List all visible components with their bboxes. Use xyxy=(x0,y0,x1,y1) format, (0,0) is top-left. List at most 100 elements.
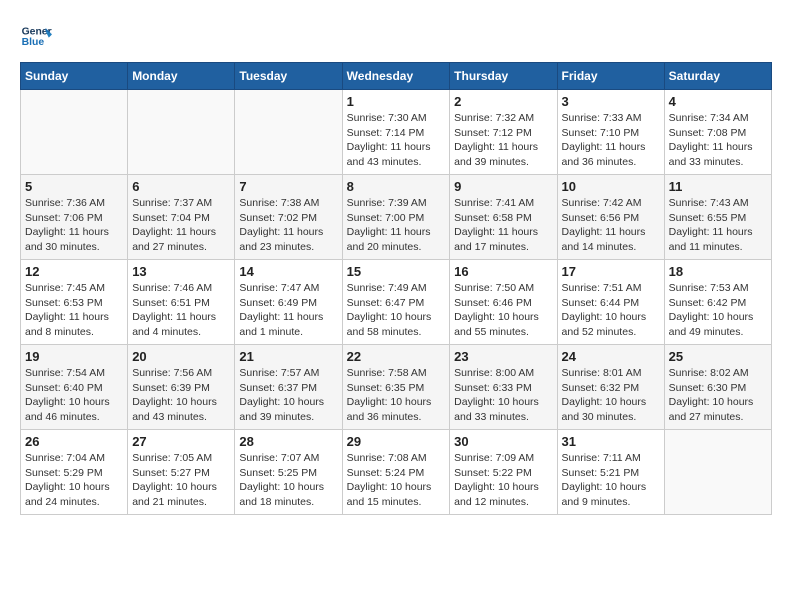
day-info: Sunrise: 7:53 AM Sunset: 6:42 PM Dayligh… xyxy=(669,281,767,340)
calendar-cell xyxy=(235,90,342,175)
calendar-header-row: SundayMondayTuesdayWednesdayThursdayFrid… xyxy=(21,63,772,90)
day-info: Sunrise: 7:04 AM Sunset: 5:29 PM Dayligh… xyxy=(25,451,123,510)
calendar-cell: 26 Sunrise: 7:04 AM Sunset: 5:29 PM Dayli… xyxy=(21,430,128,515)
day-number: 3 xyxy=(562,94,660,109)
day-number: 29 xyxy=(347,434,446,449)
day-number: 25 xyxy=(669,349,767,364)
day-info: Sunrise: 7:51 AM Sunset: 6:44 PM Dayligh… xyxy=(562,281,660,340)
day-number: 10 xyxy=(562,179,660,194)
day-number: 6 xyxy=(132,179,230,194)
calendar-cell: 22 Sunrise: 7:58 AM Sunset: 6:35 PM Dayli… xyxy=(342,345,450,430)
day-number: 5 xyxy=(25,179,123,194)
calendar-cell xyxy=(128,90,235,175)
calendar-cell xyxy=(21,90,128,175)
day-info: Sunrise: 7:09 AM Sunset: 5:22 PM Dayligh… xyxy=(454,451,552,510)
day-number: 11 xyxy=(669,179,767,194)
day-number: 26 xyxy=(25,434,123,449)
day-number: 20 xyxy=(132,349,230,364)
calendar-cell: 12Sunrise: 7:45 AM Sunset: 6:53 PM Dayli… xyxy=(21,260,128,345)
calendar-week-row: 19 Sunrise: 7:54 AM Sunset: 6:40 PM Dayli… xyxy=(21,345,772,430)
day-number: 23 xyxy=(454,349,552,364)
day-info: Sunrise: 7:38 AM Sunset: 7:02 PM Dayligh… xyxy=(239,196,337,255)
day-info: Sunrise: 7:42 AM Sunset: 6:56 PM Dayligh… xyxy=(562,196,660,255)
day-info: Sunrise: 7:50 AM Sunset: 6:46 PM Dayligh… xyxy=(454,281,552,340)
calendar-cell: 20 Sunrise: 7:56 AM Sunset: 6:39 PM Dayli… xyxy=(128,345,235,430)
day-number: 19 xyxy=(25,349,123,364)
day-info: Sunrise: 7:43 AM Sunset: 6:55 PM Dayligh… xyxy=(669,196,767,255)
logo-icon: General Blue xyxy=(20,20,52,52)
calendar-cell: 28 Sunrise: 7:07 AM Sunset: 5:25 PM Dayli… xyxy=(235,430,342,515)
day-info: Sunrise: 7:57 AM Sunset: 6:37 PM Dayligh… xyxy=(239,366,337,425)
day-info: Sunrise: 7:32 AM Sunset: 7:12 PM Dayligh… xyxy=(454,111,552,170)
day-number: 1 xyxy=(347,94,446,109)
day-number: 27 xyxy=(132,434,230,449)
day-number: 30 xyxy=(454,434,552,449)
day-info: Sunrise: 7:58 AM Sunset: 6:35 PM Dayligh… xyxy=(347,366,446,425)
calendar-cell: 9Sunrise: 7:41 AM Sunset: 6:58 PM Daylig… xyxy=(450,175,557,260)
svg-text:Blue: Blue xyxy=(22,37,45,48)
calendar-cell: 29 Sunrise: 7:08 AM Sunset: 5:24 PM Dayli… xyxy=(342,430,450,515)
day-info: Sunrise: 7:46 AM Sunset: 6:51 PM Dayligh… xyxy=(132,281,230,340)
calendar-week-row: 1 Sunrise: 7:30 AM Sunset: 7:14 PM Daylig… xyxy=(21,90,772,175)
day-info: Sunrise: 7:05 AM Sunset: 5:27 PM Dayligh… xyxy=(132,451,230,510)
calendar-cell: 6 Sunrise: 7:37 AM Sunset: 7:04 PM Daylig… xyxy=(128,175,235,260)
calendar-table: SundayMondayTuesdayWednesdayThursdayFrid… xyxy=(20,62,772,515)
day-number: 14 xyxy=(239,264,337,279)
day-info: Sunrise: 7:37 AM Sunset: 7:04 PM Dayligh… xyxy=(132,196,230,255)
calendar-cell: 3Sunrise: 7:33 AM Sunset: 7:10 PM Daylig… xyxy=(557,90,664,175)
day-number: 8 xyxy=(347,179,446,194)
day-number: 17 xyxy=(562,264,660,279)
calendar-week-row: 26 Sunrise: 7:04 AM Sunset: 5:29 PM Dayli… xyxy=(21,430,772,515)
logo: General Blue xyxy=(20,20,52,52)
day-info: Sunrise: 7:07 AM Sunset: 5:25 PM Dayligh… xyxy=(239,451,337,510)
calendar-cell: 23 Sunrise: 8:00 AM Sunset: 6:33 PM Dayli… xyxy=(450,345,557,430)
calendar-cell: 7 Sunrise: 7:38 AM Sunset: 7:02 PM Daylig… xyxy=(235,175,342,260)
day-info: Sunrise: 7:45 AM Sunset: 6:53 PM Dayligh… xyxy=(25,281,123,340)
day-info: Sunrise: 7:36 AM Sunset: 7:06 PM Dayligh… xyxy=(25,196,123,255)
day-info: Sunrise: 7:30 AM Sunset: 7:14 PM Dayligh… xyxy=(347,111,446,170)
calendar-cell: 18 Sunrise: 7:53 AM Sunset: 6:42 PM Dayli… xyxy=(664,260,771,345)
calendar-cell: 8 Sunrise: 7:39 AM Sunset: 7:00 PM Daylig… xyxy=(342,175,450,260)
day-info: Sunrise: 7:11 AM Sunset: 5:21 PM Dayligh… xyxy=(562,451,660,510)
day-info: Sunrise: 7:34 AM Sunset: 7:08 PM Dayligh… xyxy=(669,111,767,170)
day-number: 16 xyxy=(454,264,552,279)
day-info: Sunrise: 7:08 AM Sunset: 5:24 PM Dayligh… xyxy=(347,451,446,510)
day-number: 7 xyxy=(239,179,337,194)
calendar-week-row: 5 Sunrise: 7:36 AM Sunset: 7:06 PM Daylig… xyxy=(21,175,772,260)
page-header: General Blue xyxy=(20,20,772,52)
day-header-saturday: Saturday xyxy=(664,63,771,90)
day-info: Sunrise: 7:49 AM Sunset: 6:47 PM Dayligh… xyxy=(347,281,446,340)
day-number: 21 xyxy=(239,349,337,364)
day-number: 22 xyxy=(347,349,446,364)
day-info: Sunrise: 7:56 AM Sunset: 6:39 PM Dayligh… xyxy=(132,366,230,425)
day-info: Sunrise: 8:01 AM Sunset: 6:32 PM Dayligh… xyxy=(562,366,660,425)
day-info: Sunrise: 7:41 AM Sunset: 6:58 PM Dayligh… xyxy=(454,196,552,255)
calendar-cell: 1 Sunrise: 7:30 AM Sunset: 7:14 PM Daylig… xyxy=(342,90,450,175)
day-header-friday: Friday xyxy=(557,63,664,90)
calendar-cell: 13Sunrise: 7:46 AM Sunset: 6:51 PM Dayli… xyxy=(128,260,235,345)
calendar-cell: 16 Sunrise: 7:50 AM Sunset: 6:46 PM Dayli… xyxy=(450,260,557,345)
day-number: 15 xyxy=(347,264,446,279)
calendar-cell: 2 Sunrise: 7:32 AM Sunset: 7:12 PM Daylig… xyxy=(450,90,557,175)
day-number: 18 xyxy=(669,264,767,279)
day-header-sunday: Sunday xyxy=(21,63,128,90)
calendar-cell: 24Sunrise: 8:01 AM Sunset: 6:32 PM Dayli… xyxy=(557,345,664,430)
day-header-tuesday: Tuesday xyxy=(235,63,342,90)
calendar-cell: 21 Sunrise: 7:57 AM Sunset: 6:37 PM Dayli… xyxy=(235,345,342,430)
day-info: Sunrise: 7:39 AM Sunset: 7:00 PM Dayligh… xyxy=(347,196,446,255)
day-header-wednesday: Wednesday xyxy=(342,63,450,90)
calendar-cell: 31Sunrise: 7:11 AM Sunset: 5:21 PM Dayli… xyxy=(557,430,664,515)
day-info: Sunrise: 8:00 AM Sunset: 6:33 PM Dayligh… xyxy=(454,366,552,425)
calendar-week-row: 12Sunrise: 7:45 AM Sunset: 6:53 PM Dayli… xyxy=(21,260,772,345)
calendar-cell: 19 Sunrise: 7:54 AM Sunset: 6:40 PM Dayli… xyxy=(21,345,128,430)
calendar-cell: 17 Sunrise: 7:51 AM Sunset: 6:44 PM Dayli… xyxy=(557,260,664,345)
calendar-cell: 4Sunrise: 7:34 AM Sunset: 7:08 PM Daylig… xyxy=(664,90,771,175)
day-info: Sunrise: 8:02 AM Sunset: 6:30 PM Dayligh… xyxy=(669,366,767,425)
day-number: 2 xyxy=(454,94,552,109)
day-number: 28 xyxy=(239,434,337,449)
day-info: Sunrise: 7:54 AM Sunset: 6:40 PM Dayligh… xyxy=(25,366,123,425)
calendar-cell: 27 Sunrise: 7:05 AM Sunset: 5:27 PM Dayli… xyxy=(128,430,235,515)
calendar-cell: 30 Sunrise: 7:09 AM Sunset: 5:22 PM Dayli… xyxy=(450,430,557,515)
calendar-cell: 14Sunrise: 7:47 AM Sunset: 6:49 PM Dayli… xyxy=(235,260,342,345)
calendar-cell: 25 Sunrise: 8:02 AM Sunset: 6:30 PM Dayli… xyxy=(664,345,771,430)
